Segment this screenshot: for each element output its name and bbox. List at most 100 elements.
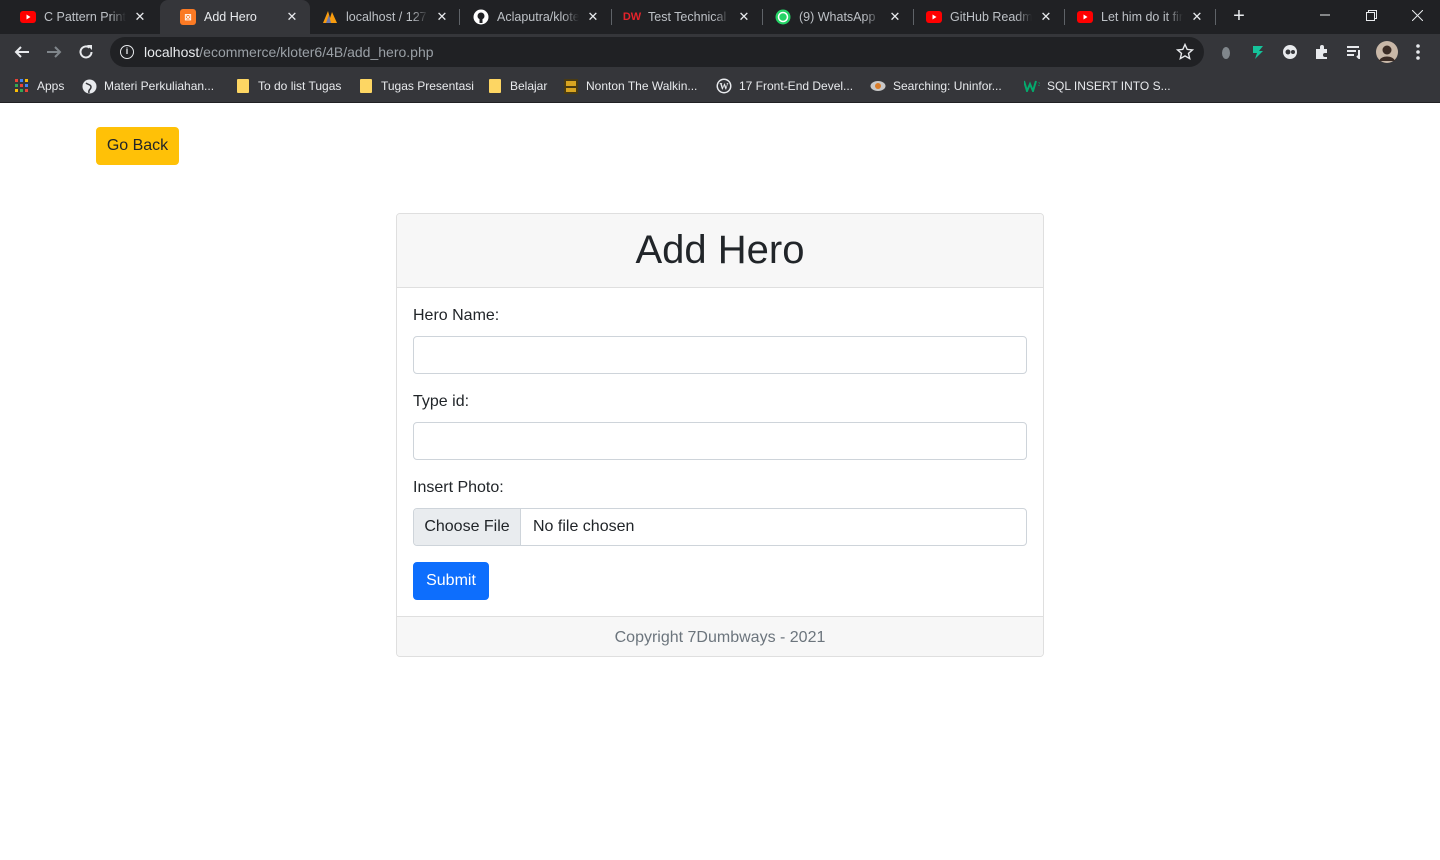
bookmark-label: SQL INSERT INTO S... bbox=[1047, 79, 1171, 93]
browser-tab-strip: C Pattern Printing ✕ ⊠ Add Hero ✕ localh… bbox=[0, 0, 1440, 34]
browser-tab[interactable]: Let him do it first ✕ bbox=[1057, 0, 1215, 34]
globe-icon bbox=[81, 78, 97, 94]
bookmark-folder[interactable]: Tugas Presentasi bbox=[358, 76, 474, 96]
browser-tab[interactable]: localhost / 127.0.0.1 ✕ bbox=[302, 0, 460, 34]
tab-separator bbox=[762, 9, 763, 25]
hero-name-input[interactable] bbox=[413, 336, 1027, 374]
dark-reader-extension-icon[interactable] bbox=[1280, 42, 1300, 62]
browser-toolbar: i localhost/ecommerce/kloter6/4B/add_her… bbox=[0, 34, 1440, 70]
extensions-puzzle-icon[interactable] bbox=[1312, 42, 1332, 62]
bookmark-label: Nonton The Walkin... bbox=[586, 79, 698, 93]
bookmark-label: To do list Tugas bbox=[258, 79, 342, 93]
browser-tab[interactable]: GitHub Readme ✕ bbox=[906, 0, 1064, 34]
card-header: Add Hero bbox=[397, 214, 1043, 288]
tab-title: Test Technical Bootcamp bbox=[648, 10, 730, 24]
phpmyadmin-icon bbox=[322, 9, 338, 25]
extension-icon[interactable] bbox=[1216, 42, 1236, 62]
tab-title: (9) WhatsApp bbox=[799, 10, 876, 24]
close-window-button[interactable] bbox=[1394, 0, 1440, 30]
hero-name-label: Hero Name: bbox=[413, 307, 500, 324]
reload-icon[interactable] bbox=[72, 38, 100, 66]
type-id-label: Type id: bbox=[413, 393, 470, 410]
restore-button[interactable] bbox=[1348, 0, 1394, 30]
apps-grid-icon bbox=[14, 78, 30, 94]
whatsapp-icon bbox=[775, 9, 791, 25]
tab-separator bbox=[1215, 9, 1216, 25]
svg-text:3: 3 bbox=[1038, 82, 1040, 88]
bookmark-folder[interactable]: To do list Tugas bbox=[235, 76, 341, 96]
github-icon bbox=[473, 9, 489, 25]
submit-button[interactable]: Submit bbox=[413, 562, 489, 600]
close-tab-icon[interactable]: ✕ bbox=[736, 9, 752, 25]
close-tab-icon[interactable]: ✕ bbox=[585, 9, 601, 25]
browser-tab[interactable]: C Pattern Printing ✕ bbox=[0, 0, 158, 34]
browser-tab[interactable]: (9) WhatsApp ✕ bbox=[755, 0, 913, 34]
reading-list-icon[interactable] bbox=[1344, 42, 1364, 62]
insert-photo-label: Insert Photo: bbox=[413, 479, 504, 496]
tab-separator bbox=[913, 9, 914, 25]
close-tab-icon[interactable]: ✕ bbox=[1189, 9, 1205, 25]
browser-menu-icon[interactable] bbox=[1408, 42, 1428, 62]
new-tab-button[interactable]: + bbox=[1228, 5, 1250, 27]
tab-title: Add Hero bbox=[204, 10, 257, 24]
w3schools-icon: 3 bbox=[1024, 78, 1040, 94]
bookmark-label: Tugas Presentasi bbox=[381, 79, 474, 93]
wordpress-icon: W bbox=[716, 78, 732, 94]
tab-separator bbox=[1064, 9, 1065, 25]
bookmark-apps[interactable]: Apps bbox=[14, 76, 64, 96]
folder-icon bbox=[235, 78, 251, 94]
type-id-input[interactable] bbox=[413, 422, 1027, 460]
bookmark-label: Belajar bbox=[510, 79, 548, 93]
url-host: localhost bbox=[144, 44, 200, 60]
bookmark-label: 17 Front-End Devel... bbox=[739, 79, 854, 93]
eye-icon bbox=[870, 78, 886, 94]
browser-tab[interactable]: DW Test Technical Bootcamp ✕ bbox=[604, 0, 762, 34]
youtube-icon bbox=[20, 9, 36, 25]
close-tab-icon[interactable]: ✕ bbox=[284, 9, 300, 25]
profile-avatar[interactable] bbox=[1376, 41, 1398, 63]
bookmark-item[interactable]: W 17 Front-End Devel... bbox=[716, 76, 853, 96]
close-tab-icon[interactable]: ✕ bbox=[434, 9, 450, 25]
tab-title: Let him do it first bbox=[1101, 10, 1183, 24]
bookmarks-bar: Apps Materi Perkuliahan... To do list Tu… bbox=[0, 70, 1440, 103]
bookmark-label: Searching: Uninfor... bbox=[893, 79, 1002, 93]
minimize-button[interactable] bbox=[1302, 0, 1348, 30]
close-tab-icon[interactable]: ✕ bbox=[132, 9, 148, 25]
tab-title: localhost / 127.0.0.1 bbox=[346, 10, 428, 24]
film-icon bbox=[563, 78, 579, 94]
xampp-icon: ⊠ bbox=[180, 9, 196, 25]
back-arrow-icon[interactable] bbox=[8, 38, 36, 66]
add-hero-form: Hero Name: Type id: Insert Photo: Choose… bbox=[397, 288, 1043, 616]
url-path: /ecommerce/kloter6/4B/add_hero.php bbox=[199, 44, 434, 60]
file-status-text: No file chosen bbox=[533, 518, 635, 535]
tab-separator bbox=[459, 9, 460, 25]
bookmark-label: Materi Perkuliahan... bbox=[104, 79, 215, 93]
page-content: Go Back Add Hero Hero Name: Type id: Ins… bbox=[0, 103, 1440, 860]
card-footer-copyright: Copyright 7Dumbways - 2021 bbox=[397, 616, 1043, 656]
bookmark-item[interactable]: Nonton The Walkin... bbox=[563, 76, 697, 96]
close-tab-icon[interactable]: ✕ bbox=[887, 9, 903, 25]
youtube-icon bbox=[926, 9, 942, 25]
photo-file-input[interactable]: Choose File No file chosen bbox=[413, 508, 1027, 546]
dumbways-icon: DW bbox=[622, 11, 642, 23]
bookmark-item[interactable]: Materi Perkuliahan... bbox=[81, 76, 214, 96]
folder-icon bbox=[487, 78, 503, 94]
tab-title: GitHub Readme bbox=[950, 10, 1032, 24]
page-title: Add Hero bbox=[635, 228, 805, 272]
choose-file-button[interactable]: Choose File bbox=[414, 509, 521, 545]
tab-title: C Pattern Printing bbox=[44, 10, 126, 24]
forward-arrow-icon[interactable] bbox=[40, 38, 68, 66]
bookmark-folder[interactable]: Belajar bbox=[487, 76, 547, 96]
svg-text:W: W bbox=[720, 82, 729, 92]
grammarly-extension-icon[interactable] bbox=[1248, 42, 1268, 62]
browser-tab[interactable]: Aclaputra/kloter6 ✕ bbox=[453, 0, 611, 34]
bookmark-item[interactable]: 3 SQL INSERT INTO S... bbox=[1024, 76, 1171, 96]
close-tab-icon[interactable]: ✕ bbox=[1038, 9, 1054, 25]
address-bar[interactable]: i localhost/ecommerce/kloter6/4B/add_her… bbox=[110, 37, 1204, 67]
go-back-button[interactable]: Go Back bbox=[96, 127, 179, 165]
bookmark-item[interactable]: Searching: Uninfor... bbox=[870, 76, 1002, 96]
site-info-icon[interactable]: i bbox=[120, 45, 134, 59]
browser-tab-active[interactable]: ⊠ Add Hero ✕ bbox=[160, 0, 310, 34]
tab-title: Aclaputra/kloter6 bbox=[497, 10, 579, 24]
bookmark-star-icon[interactable] bbox=[1175, 42, 1195, 66]
